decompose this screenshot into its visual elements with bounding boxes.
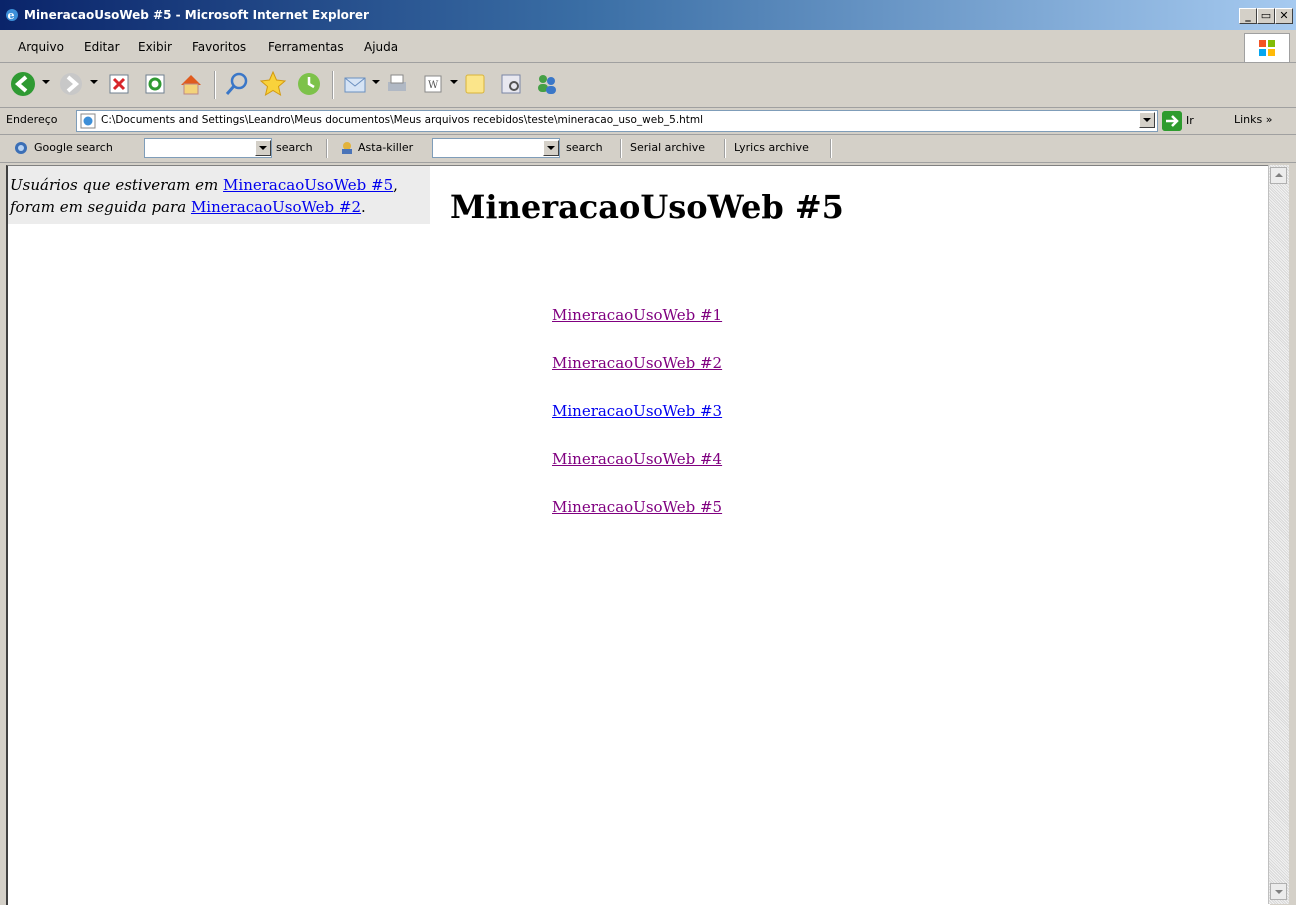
- google-search-dropdown-icon[interactable]: [255, 140, 271, 156]
- google-search-label[interactable]: Google search: [34, 141, 113, 154]
- refresh-icon[interactable]: [140, 69, 170, 99]
- window-title: MineracaoUsoWeb #5 - Microsoft Internet …: [24, 8, 369, 22]
- google-toolbar: Google search search Asta-killer search …: [0, 135, 1296, 163]
- minimize-button[interactable]: _: [1239, 8, 1257, 24]
- google-bar-separator: [326, 139, 328, 158]
- home-icon[interactable]: [176, 69, 206, 99]
- menu-favoritos[interactable]: Favoritos: [192, 40, 246, 54]
- stop-icon[interactable]: [104, 69, 134, 99]
- page-content: Usuários que estiveram em MineracaoUsoWe…: [6, 165, 1270, 905]
- page-link-3[interactable]: MineracaoUsoWeb #3: [552, 400, 792, 448]
- google-bar-separator: [620, 139, 622, 158]
- page-link-1[interactable]: MineracaoUsoWeb #1: [552, 304, 792, 352]
- messenger-icon[interactable]: [532, 69, 562, 99]
- edit-dropdown-icon[interactable]: [450, 80, 458, 84]
- note-suffix-2: .: [361, 198, 366, 216]
- research-icon[interactable]: [496, 69, 526, 99]
- close-button[interactable]: ✕: [1275, 8, 1293, 24]
- note-suffix-1: ,: [393, 176, 398, 194]
- asta-search-button[interactable]: search: [566, 141, 603, 154]
- forward-icon[interactable]: [56, 69, 86, 99]
- search-icon[interactable]: [222, 69, 252, 99]
- page-link-4[interactable]: MineracaoUsoWeb #4: [552, 448, 792, 496]
- links-button[interactable]: Links »: [1234, 113, 1272, 126]
- asta-killer-icon: [342, 142, 352, 154]
- menu-arquivo[interactable]: Arquivo: [18, 40, 64, 54]
- google-search-input[interactable]: [144, 138, 272, 158]
- mail-icon[interactable]: [340, 69, 370, 99]
- asta-killer-input[interactable]: [432, 138, 560, 158]
- menu-ferramentas[interactable]: Ferramentas: [268, 40, 344, 54]
- address-input[interactable]: C:\Documents and Settings\Leandro\Meus d…: [76, 110, 1158, 132]
- ie-logo-icon: e: [6, 9, 18, 22]
- note-link-next[interactable]: MineracaoUsoWeb #2: [191, 198, 361, 216]
- scroll-up-icon[interactable]: [1270, 167, 1287, 184]
- forward-dropdown-icon[interactable]: [90, 80, 98, 84]
- address-label: Endereço: [6, 113, 58, 126]
- discuss-icon[interactable]: [460, 69, 490, 99]
- back-dropdown-icon[interactable]: [42, 80, 50, 84]
- page-links-list: MineracaoUsoWeb #1 MineracaoUsoWeb #2 Mi…: [552, 304, 792, 544]
- mail-dropdown-icon[interactable]: [372, 80, 380, 84]
- note-link-current[interactable]: MineracaoUsoWeb #5: [223, 176, 393, 194]
- toolbar-separator: [214, 71, 216, 99]
- google-logo-icon: [15, 142, 27, 154]
- windows-flag-icon: [1244, 33, 1290, 63]
- menu-exibir[interactable]: Exibir: [138, 40, 172, 54]
- standard-toolbar: W: [0, 63, 1296, 108]
- close-icon: ✕: [1279, 9, 1289, 22]
- address-url: C:\Documents and Settings\Leandro\Meus d…: [101, 114, 704, 126]
- favorites-icon[interactable]: [258, 69, 288, 99]
- maximize-icon: ▭: [1260, 9, 1272, 22]
- page-link-2[interactable]: MineracaoUsoWeb #2: [552, 352, 792, 400]
- history-icon[interactable]: [294, 69, 324, 99]
- svg-text:e: e: [8, 9, 15, 22]
- title-bar[interactable]: e MineracaoUsoWeb #5 - Microsoft Interne…: [0, 0, 1296, 30]
- menu-bar: Arquivo Editar Exibir Favoritos Ferramen…: [0, 32, 1296, 63]
- go-button[interactable]: Ir: [1162, 111, 1216, 131]
- menu-ajuda[interactable]: Ajuda: [364, 40, 398, 54]
- edit-icon[interactable]: W: [418, 69, 448, 99]
- asta-killer-label[interactable]: Asta-killer: [358, 141, 413, 154]
- google-bar-separator: [830, 139, 832, 158]
- navigation-note: Usuários que estiveram em MineracaoUsoWe…: [8, 166, 430, 224]
- google-bar-separator: [724, 139, 726, 158]
- google-search-button[interactable]: search: [276, 141, 313, 154]
- page-heading: MineracaoUsoWeb #5: [450, 188, 844, 226]
- note-prefix-1: Usuários que estiveram em: [10, 176, 224, 194]
- asta-killer-dropdown-icon[interactable]: [543, 140, 559, 156]
- back-icon[interactable]: [8, 69, 38, 99]
- go-label: Ir: [1186, 114, 1194, 127]
- address-bar: Endereço C:\Documents and Settings\Leand…: [0, 108, 1296, 135]
- go-arrow-icon: [1162, 111, 1182, 131]
- serial-archive-button[interactable]: Serial archive: [630, 141, 705, 154]
- vertical-scrollbar[interactable]: [1268, 165, 1289, 904]
- minimize-icon: _: [1245, 9, 1251, 22]
- scroll-down-icon[interactable]: [1270, 883, 1287, 900]
- address-dropdown-icon[interactable]: [1139, 112, 1155, 128]
- print-icon[interactable]: [382, 69, 412, 99]
- note-prefix-2: foram em seguida para: [10, 198, 191, 216]
- maximize-button[interactable]: ▭: [1257, 8, 1275, 24]
- menu-editar[interactable]: Editar: [84, 40, 120, 54]
- svg-text:W: W: [428, 80, 439, 91]
- lyrics-archive-button[interactable]: Lyrics archive: [734, 141, 809, 154]
- page-link-5[interactable]: MineracaoUsoWeb #5: [552, 496, 792, 544]
- toolbar-separator: [332, 71, 334, 99]
- page-ie-icon: [80, 113, 96, 129]
